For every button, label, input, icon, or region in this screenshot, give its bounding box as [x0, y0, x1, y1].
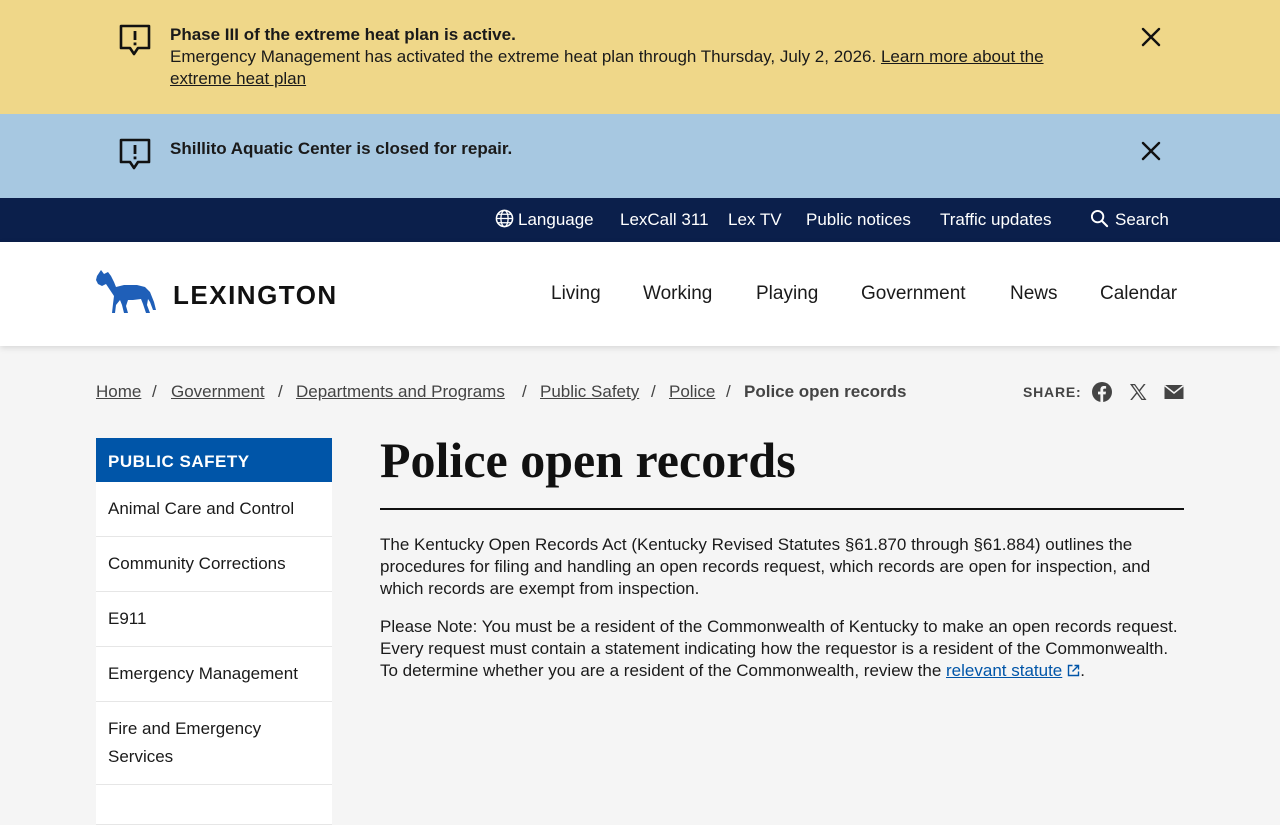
- close-icon[interactable]: [1138, 24, 1164, 50]
- sidebar-item-community-corrections[interactable]: Community Corrections: [96, 537, 332, 592]
- logo-text[interactable]: LEXINGTON: [173, 280, 338, 310]
- breadcrumb-police[interactable]: Police: [669, 381, 715, 403]
- alert-body: Shillito Aquatic Center is closed for re…: [170, 138, 1100, 160]
- breadcrumb-separator: /: [726, 382, 731, 401]
- main-header: LEXINGTON Living Working Playing Governm…: [0, 242, 1280, 346]
- nav-living[interactable]: Living: [551, 282, 601, 306]
- intro-paragraph: The Kentucky Open Records Act (Kentucky …: [380, 535, 1151, 598]
- search-button[interactable]: Search: [1090, 209, 1169, 231]
- search-label: Search: [1115, 210, 1169, 229]
- nav-news[interactable]: News: [1010, 282, 1058, 306]
- facebook-icon[interactable]: [1091, 381, 1113, 403]
- breadcrumb-separator: /: [152, 382, 157, 401]
- sidebar-item-animal-care[interactable]: Animal Care and Control: [96, 482, 332, 537]
- breadcrumb-home[interactable]: Home: [96, 381, 141, 403]
- breadcrumb-government[interactable]: Government: [171, 381, 265, 403]
- utility-nav: Language LexCall 311 Lex TV Public notic…: [0, 198, 1280, 242]
- alert-title: Shillito Aquatic Center is closed for re…: [170, 139, 513, 158]
- language-selector[interactable]: Language: [495, 209, 594, 231]
- nav-calendar[interactable]: Calendar: [1100, 282, 1177, 306]
- breadcrumb-separator: /: [278, 382, 283, 401]
- globe-icon: [495, 209, 514, 228]
- note-paragraph: Please Note: You must be a resident of t…: [380, 616, 1184, 682]
- sidebar: PUBLIC SAFETY Animal Care and Control Co…: [96, 438, 332, 825]
- traffic-updates-link[interactable]: Traffic updates: [940, 209, 1052, 231]
- search-icon: [1090, 209, 1109, 228]
- nav-playing[interactable]: Playing: [756, 282, 818, 306]
- alert-speech-icon: [119, 138, 151, 170]
- breadcrumb-current: Police open records: [744, 382, 907, 401]
- alert-heat-plan: Phase III of the extreme heat plan is ac…: [0, 0, 1280, 114]
- x-twitter-icon[interactable]: [1127, 381, 1149, 403]
- nav-government[interactable]: Government: [861, 282, 966, 306]
- public-notices-link[interactable]: Public notices: [806, 209, 911, 231]
- email-icon[interactable]: [1163, 381, 1185, 403]
- note-end: .: [1080, 661, 1085, 680]
- relevant-statute-link[interactable]: relevant statute: [946, 661, 1080, 680]
- alert-aquatic-center: Shillito Aquatic Center is closed for re…: [0, 114, 1280, 198]
- breadcrumb-separator: /: [651, 382, 656, 401]
- breadcrumb-departments[interactable]: Departments and Programs: [296, 381, 505, 403]
- nav-working[interactable]: Working: [643, 282, 712, 306]
- sidebar-item-fire-services[interactable]: Fire and Emergency Services: [96, 702, 332, 785]
- main-content: The Kentucky Open Records Act (Kentucky …: [380, 534, 1184, 698]
- breadcrumb-public-safety[interactable]: Public Safety: [540, 381, 639, 403]
- alert-speech-icon: [119, 24, 151, 56]
- horse-logo-icon[interactable]: [95, 266, 157, 316]
- sidebar-item-emergency-management[interactable]: Emergency Management: [96, 647, 332, 702]
- relevant-statute-label: relevant statute: [946, 661, 1063, 680]
- title-divider: [380, 508, 1184, 510]
- share-label: SHARE:: [1023, 384, 1082, 400]
- external-link-icon: [1068, 664, 1080, 677]
- alert-text: Emergency Management has activated the e…: [170, 47, 881, 66]
- close-icon[interactable]: [1138, 138, 1164, 164]
- sidebar-item-e911[interactable]: E911: [96, 592, 332, 647]
- alert-title: Phase III of the extreme heat plan is ac…: [170, 25, 516, 44]
- alert-body: Phase III of the extreme heat plan is ac…: [170, 24, 1100, 90]
- sidebar-title[interactable]: PUBLIC SAFETY: [96, 438, 332, 482]
- sidebar-item-partial[interactable]: [96, 785, 332, 825]
- language-label: Language: [518, 210, 594, 229]
- lex-tv-link[interactable]: Lex TV: [728, 209, 782, 231]
- lexcall-311-link[interactable]: LexCall 311: [620, 209, 709, 231]
- page-title: Police open records: [380, 432, 796, 488]
- breadcrumb-separator: /: [522, 382, 527, 401]
